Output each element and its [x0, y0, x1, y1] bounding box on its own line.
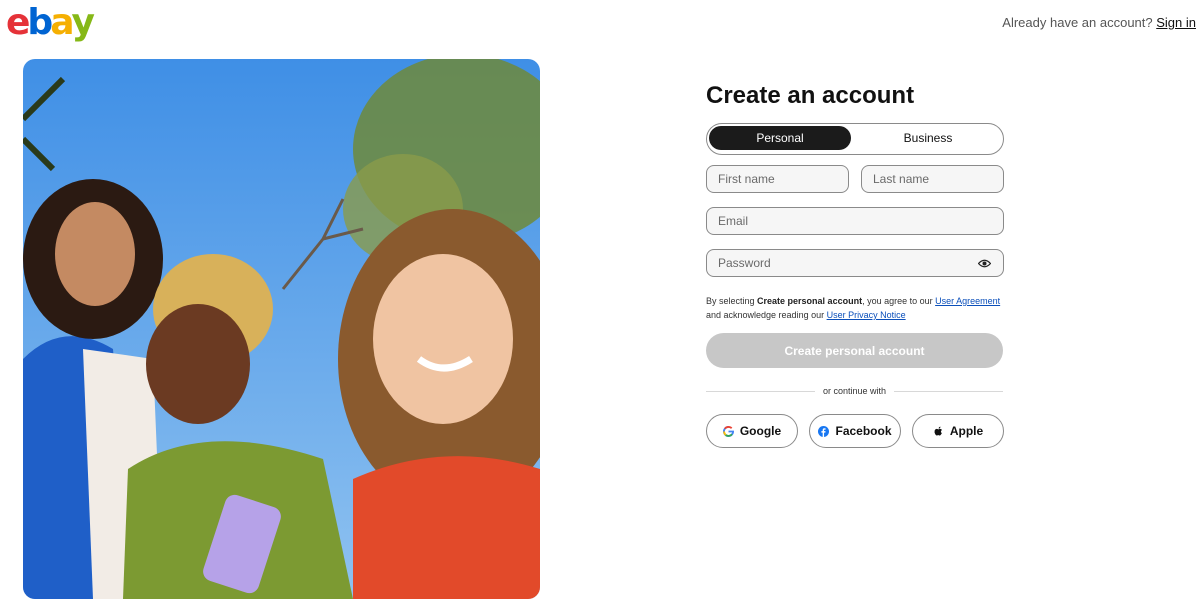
page-title: Create an account	[706, 82, 915, 109]
logo-letter-y: y	[71, 2, 96, 43]
first-name-field[interactable]	[706, 165, 849, 193]
apple-button[interactable]: Apple	[912, 414, 1004, 448]
password-wrapper	[706, 249, 1004, 277]
google-button[interactable]: Google	[706, 414, 798, 448]
tab-business[interactable]: Business	[857, 126, 999, 150]
apple-icon	[934, 426, 942, 436]
last-name-field[interactable]	[861, 165, 1004, 193]
email-field[interactable]	[706, 207, 1004, 235]
logo-letter-e: e	[6, 2, 30, 43]
divider-text: or continue with	[814, 386, 895, 396]
legal-text-1: By selecting	[706, 296, 758, 306]
eye-icon[interactable]	[978, 258, 991, 269]
ebay-logo[interactable]: ebay	[6, 2, 96, 44]
hero-photo-illustration	[23, 59, 540, 599]
sign-in-link[interactable]: Sign in	[1156, 15, 1196, 30]
logo-letter-a: a	[50, 2, 74, 43]
legal-text-2: , you agree to our	[862, 296, 936, 306]
sign-in-prompt-text: Already have an account?	[1002, 15, 1153, 30]
facebook-label: Facebook	[835, 424, 892, 438]
privacy-notice-link[interactable]: User Privacy Notice	[827, 310, 906, 320]
hero-image	[23, 59, 540, 599]
apple-label: Apple	[949, 424, 984, 438]
legal-text-3: and acknowledge reading our	[706, 310, 827, 320]
facebook-icon	[818, 425, 830, 437]
google-icon	[722, 425, 734, 437]
google-label: Google	[739, 424, 782, 438]
create-account-button[interactable]: Create personal account	[706, 333, 1003, 368]
facebook-button[interactable]: Facebook	[809, 414, 901, 448]
legal-bold: Create personal account	[757, 296, 863, 306]
continue-with-divider: or continue with	[706, 384, 1003, 398]
user-agreement-link[interactable]: User Agreement	[935, 296, 1000, 306]
tab-personal[interactable]: Personal	[709, 126, 851, 150]
sign-in-prompt: Already have an account? Sign in	[1002, 15, 1196, 30]
logo-letter-b: b	[27, 2, 53, 43]
account-type-toggle: Personal Business	[706, 123, 1004, 155]
legal-notice: By selecting Create personal account, yo…	[706, 294, 1006, 322]
password-field[interactable]	[706, 249, 1004, 277]
signup-panel: Create an account Personal Business By s…	[706, 80, 1004, 448]
